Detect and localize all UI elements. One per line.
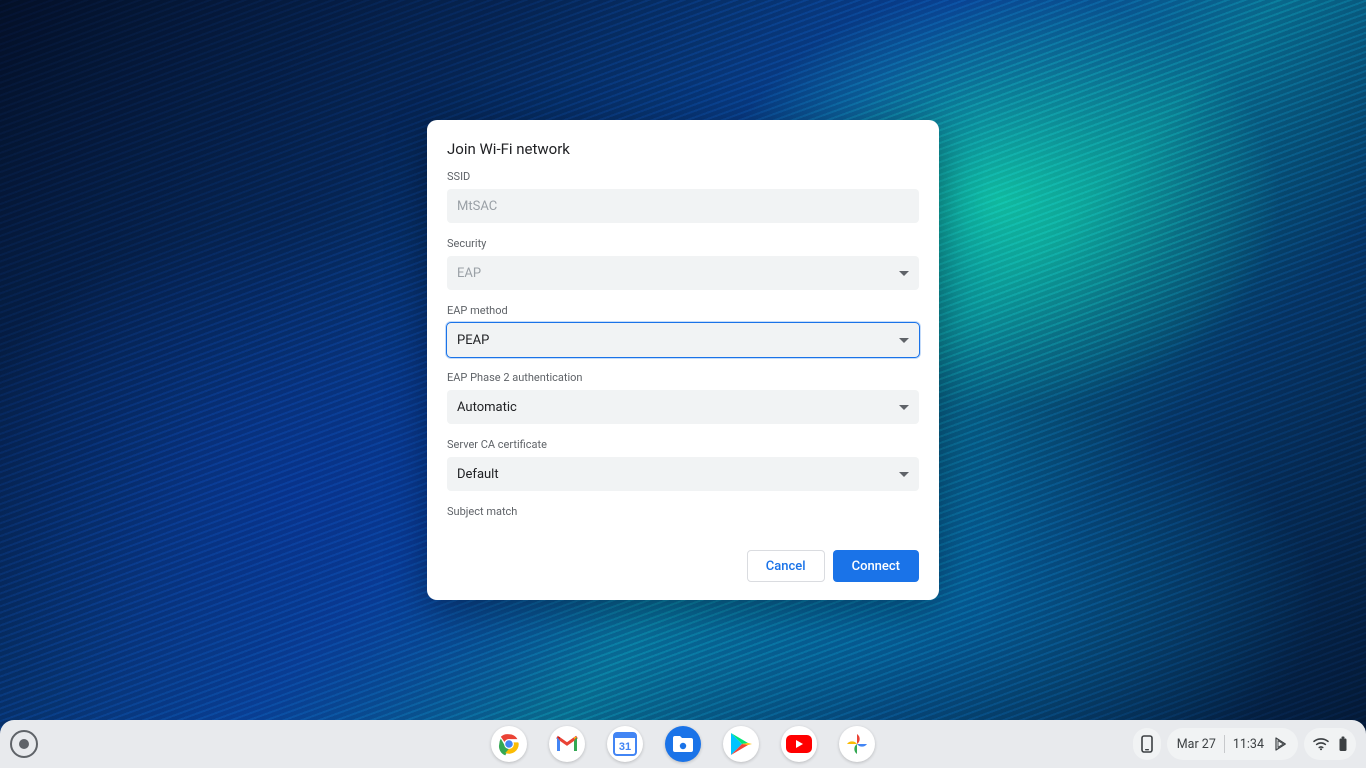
youtube-icon [786,735,812,753]
shelf-status: Mar 27 11:34 [1133,727,1356,761]
shelf-left [10,730,38,758]
app-calendar[interactable]: 31 [607,726,643,762]
wifi-icon [1312,737,1330,751]
ca-cert-value: Default [457,467,499,482]
ca-cert-select[interactable]: Default [447,457,919,491]
dialog-title: Join Wi-Fi network [427,120,939,170]
status-datetime[interactable]: Mar 27 11:34 [1167,728,1298,760]
svg-text:31: 31 [619,741,631,753]
security-select: EAP [447,256,919,290]
desktop: Join Wi-Fi network SSID MtSAC Security E… [0,0,1366,768]
play-store-icon [730,732,752,756]
phase2-label: EAP Phase 2 authentication [447,371,919,384]
security-value: EAP [457,266,481,281]
photos-icon [845,732,869,756]
shelf: 31 [0,720,1366,768]
launcher-button[interactable] [10,730,38,758]
field-security: Security EAP [447,237,919,290]
ssid-value: MtSAC [457,199,497,214]
battery-icon [1338,736,1348,752]
divider [1224,735,1225,753]
scroll-fade [427,518,939,536]
eap-method-select[interactable]: PEAP [447,323,919,357]
connect-button[interactable]: Connect [833,550,919,582]
app-photos[interactable] [839,726,875,762]
chevron-down-icon [899,271,909,276]
field-ca-cert: Server CA certificate Default [447,438,919,491]
phase2-value: Automatic [457,400,517,415]
app-youtube[interactable] [781,726,817,762]
chrome-icon [496,731,522,757]
app-play-store[interactable] [723,726,759,762]
gmail-icon [555,735,579,753]
chevron-down-icon [899,338,909,343]
security-label: Security [447,237,919,250]
status-date: Mar 27 [1177,737,1216,752]
eap-method-label: EAP method [447,304,919,317]
ssid-label: SSID [447,170,919,183]
play-outline-icon [1272,736,1288,752]
app-gmail[interactable] [549,726,585,762]
shelf-apps: 31 [491,726,875,762]
quick-settings-button[interactable] [1304,728,1356,760]
status-time: 11:34 [1233,737,1264,752]
join-wifi-dialog: Join Wi-Fi network SSID MtSAC Security E… [427,120,939,600]
calendar-icon: 31 [612,731,638,757]
eap-method-value: PEAP [457,333,489,348]
chevron-down-icon [899,405,909,410]
field-ssid: SSID MtSAC [447,170,919,223]
phone-icon [1141,735,1153,753]
field-phase2: EAP Phase 2 authentication Automatic [447,371,919,424]
field-subject-match: Subject match [447,505,919,518]
phase2-select[interactable]: Automatic [447,390,919,424]
field-eap-method: EAP method PEAP [447,304,919,357]
app-chrome[interactable] [491,726,527,762]
ca-cert-label: Server CA certificate [447,438,919,451]
dialog-body: SSID MtSAC Security EAP EAP method PEAP [427,170,939,536]
files-icon [672,735,694,753]
chevron-down-icon [899,472,909,477]
ssid-input: MtSAC [447,189,919,223]
app-files[interactable] [665,726,701,762]
phone-hub-button[interactable] [1133,728,1161,760]
subject-match-label: Subject match [447,505,919,518]
launcher-icon [19,739,29,749]
dialog-footer: Cancel Connect [427,536,939,600]
cancel-button[interactable]: Cancel [747,550,825,582]
